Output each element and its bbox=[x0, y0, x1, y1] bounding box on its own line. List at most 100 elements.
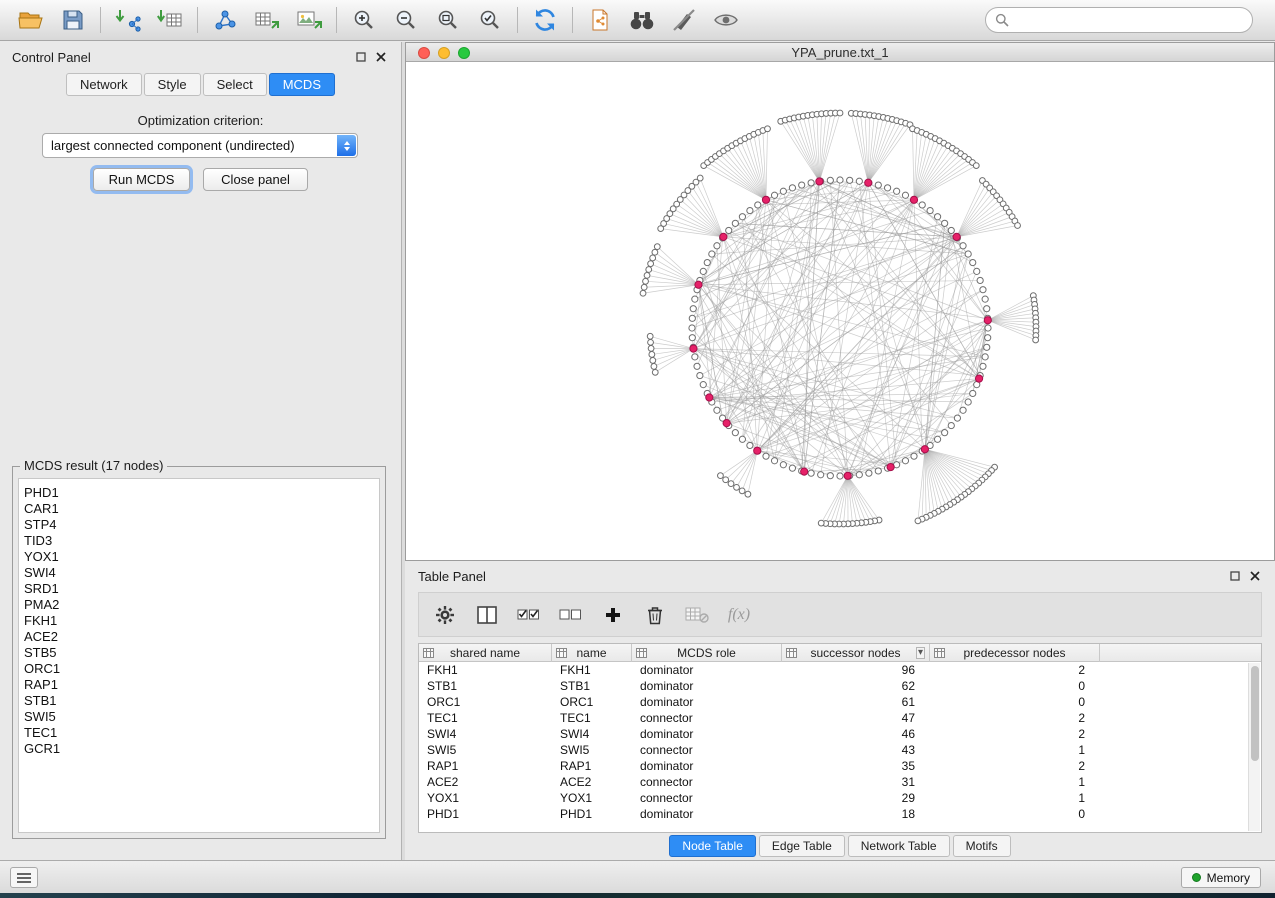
network-canvas[interactable] bbox=[406, 62, 1274, 560]
close-panel-button[interactable]: Close panel bbox=[203, 168, 308, 191]
mcds-node-item[interactable]: FKH1 bbox=[24, 613, 374, 629]
select-stepper-icon[interactable] bbox=[337, 135, 356, 156]
table-row[interactable]: ACE2ACE2connector311 bbox=[419, 774, 1261, 790]
scrollbar-thumb[interactable] bbox=[1251, 666, 1259, 761]
mcds-node-item[interactable]: RAP1 bbox=[24, 677, 374, 693]
optimization-criterion-select[interactable]: largest connected component (undirected) bbox=[42, 133, 358, 158]
mcds-node-item[interactable]: TEC1 bbox=[24, 725, 374, 741]
toggle-graphics-details-button[interactable] bbox=[705, 4, 747, 36]
tab-network-table[interactable]: Network Table bbox=[848, 835, 950, 857]
memory-button[interactable]: Memory bbox=[1181, 867, 1261, 888]
table-row[interactable]: YOX1YOX1connector291 bbox=[419, 790, 1261, 806]
table-row[interactable]: RAP1RAP1dominator352 bbox=[419, 758, 1261, 774]
mcds-node-item[interactable]: STP4 bbox=[24, 517, 374, 533]
tab-node-table[interactable]: Node Table bbox=[669, 835, 756, 857]
tab-style[interactable]: Style bbox=[144, 73, 201, 96]
tab-select[interactable]: Select bbox=[203, 73, 267, 96]
export-table-button[interactable] bbox=[246, 4, 288, 36]
main-toolbar bbox=[0, 0, 1275, 41]
mcds-node-item[interactable]: YOX1 bbox=[24, 549, 374, 565]
mcds-node-item[interactable]: ACE2 bbox=[24, 629, 374, 645]
zoom-in-button[interactable] bbox=[343, 4, 385, 36]
table-row[interactable]: SWI4SWI4dominator462 bbox=[419, 726, 1261, 742]
tab-motifs[interactable]: Motifs bbox=[953, 835, 1011, 857]
zoom-fit-button[interactable] bbox=[427, 4, 469, 36]
cell-mcds-role: connector bbox=[632, 775, 782, 789]
cell-predecessor-nodes: 0 bbox=[930, 679, 1100, 693]
maximize-window-icon[interactable] bbox=[458, 47, 470, 59]
table-row[interactable]: STB1STB1dominator620 bbox=[419, 678, 1261, 694]
column-header-mcds-role[interactable]: MCDS role bbox=[632, 644, 782, 662]
import-network-button[interactable] bbox=[107, 4, 149, 36]
toolbar-separator bbox=[197, 7, 198, 33]
mcds-node-item[interactable]: SWI5 bbox=[24, 709, 374, 725]
cell-name: SWI4 bbox=[552, 727, 632, 741]
hide-annotations-button[interactable] bbox=[663, 4, 705, 36]
table-row[interactable]: ORC1ORC1dominator610 bbox=[419, 694, 1261, 710]
zoom-out-icon bbox=[394, 8, 418, 32]
table-row[interactable]: PHD1PHD1dominator180 bbox=[419, 806, 1261, 822]
close-window-icon[interactable] bbox=[418, 47, 430, 59]
search-network-button[interactable] bbox=[621, 4, 663, 36]
show-column-button[interactable] bbox=[473, 601, 501, 629]
network-window-titlebar[interactable]: YPA_prune.txt_1 bbox=[406, 43, 1274, 62]
fx-icon: f(x) bbox=[728, 606, 750, 624]
close-panel-icon[interactable] bbox=[1249, 570, 1261, 582]
cell-predecessor-nodes: 1 bbox=[930, 791, 1100, 805]
table-scrollbar[interactable] bbox=[1248, 663, 1260, 831]
open-file-button[interactable] bbox=[10, 4, 52, 36]
delete-column-button[interactable] bbox=[641, 601, 669, 629]
column-header-predecessor-nodes[interactable]: predecessor nodes bbox=[930, 644, 1100, 662]
mcds-node-item[interactable]: PMA2 bbox=[24, 597, 374, 613]
select-all-button[interactable] bbox=[515, 601, 543, 629]
table-row[interactable]: SWI5SWI5connector431 bbox=[419, 742, 1261, 758]
column-header-successor-nodes[interactable]: successor nodes▾ bbox=[782, 644, 930, 662]
cell-mcds-role: dominator bbox=[632, 727, 782, 741]
float-panel-icon[interactable] bbox=[1229, 570, 1241, 582]
import-table-button[interactable] bbox=[149, 4, 191, 36]
mcds-node-item[interactable]: SWI4 bbox=[24, 565, 374, 581]
mcds-node-item[interactable]: STB1 bbox=[24, 693, 374, 709]
copy-network-button[interactable] bbox=[579, 4, 621, 36]
export-network-button[interactable] bbox=[204, 4, 246, 36]
export-image-button[interactable] bbox=[288, 4, 330, 36]
tab-network[interactable]: Network bbox=[66, 73, 142, 96]
toolbar-separator bbox=[100, 7, 101, 33]
column-header-name[interactable]: name bbox=[552, 644, 632, 662]
save-floppy-icon bbox=[61, 8, 85, 32]
zoom-in-icon bbox=[352, 8, 376, 32]
zoom-out-button[interactable] bbox=[385, 4, 427, 36]
mcds-node-item[interactable]: CAR1 bbox=[24, 501, 374, 517]
save-session-button[interactable] bbox=[52, 4, 94, 36]
mcds-result-list[interactable]: PHD1CAR1STP4TID3YOX1SWI4SRD1PMA2FKH1ACE2… bbox=[18, 478, 380, 833]
cell-shared-name: SWI4 bbox=[419, 727, 552, 741]
eye-icon bbox=[713, 10, 739, 30]
deselect-all-button[interactable] bbox=[557, 601, 585, 629]
run-mcds-button[interactable]: Run MCDS bbox=[93, 168, 190, 191]
create-column-button[interactable] bbox=[599, 601, 627, 629]
cell-name: YOX1 bbox=[552, 791, 632, 805]
mcds-node-item[interactable]: ORC1 bbox=[24, 661, 374, 677]
table-row[interactable]: TEC1TEC1connector472 bbox=[419, 710, 1261, 726]
close-panel-icon[interactable] bbox=[375, 51, 387, 63]
apply-layout-button[interactable] bbox=[524, 4, 566, 36]
function-builder-button-disabled: f(x) bbox=[725, 601, 753, 629]
show-panels-button[interactable] bbox=[10, 867, 38, 888]
tab-edge-table[interactable]: Edge Table bbox=[759, 835, 845, 857]
network-search-field[interactable] bbox=[985, 7, 1253, 33]
mcds-node-item[interactable]: TID3 bbox=[24, 533, 374, 549]
open-folder-icon bbox=[18, 8, 44, 32]
tab-mcds[interactable]: MCDS bbox=[269, 73, 335, 96]
column-header-shared-name[interactable]: shared name bbox=[419, 644, 552, 662]
float-panel-icon[interactable] bbox=[355, 51, 367, 63]
table-settings-button[interactable] bbox=[431, 601, 459, 629]
table-header-row: shared namenameMCDS rolesuccessor nodes▾… bbox=[419, 644, 1261, 662]
minimize-window-icon[interactable] bbox=[438, 47, 450, 59]
mcds-node-item[interactable]: GCR1 bbox=[24, 741, 374, 757]
zoom-selected-button[interactable] bbox=[469, 4, 511, 36]
search-input[interactable] bbox=[1014, 13, 1243, 27]
mcds-node-item[interactable]: STB5 bbox=[24, 645, 374, 661]
mcds-node-item[interactable]: PHD1 bbox=[24, 485, 374, 501]
table-row[interactable]: FKH1FKH1dominator962 bbox=[419, 662, 1261, 678]
mcds-node-item[interactable]: SRD1 bbox=[24, 581, 374, 597]
